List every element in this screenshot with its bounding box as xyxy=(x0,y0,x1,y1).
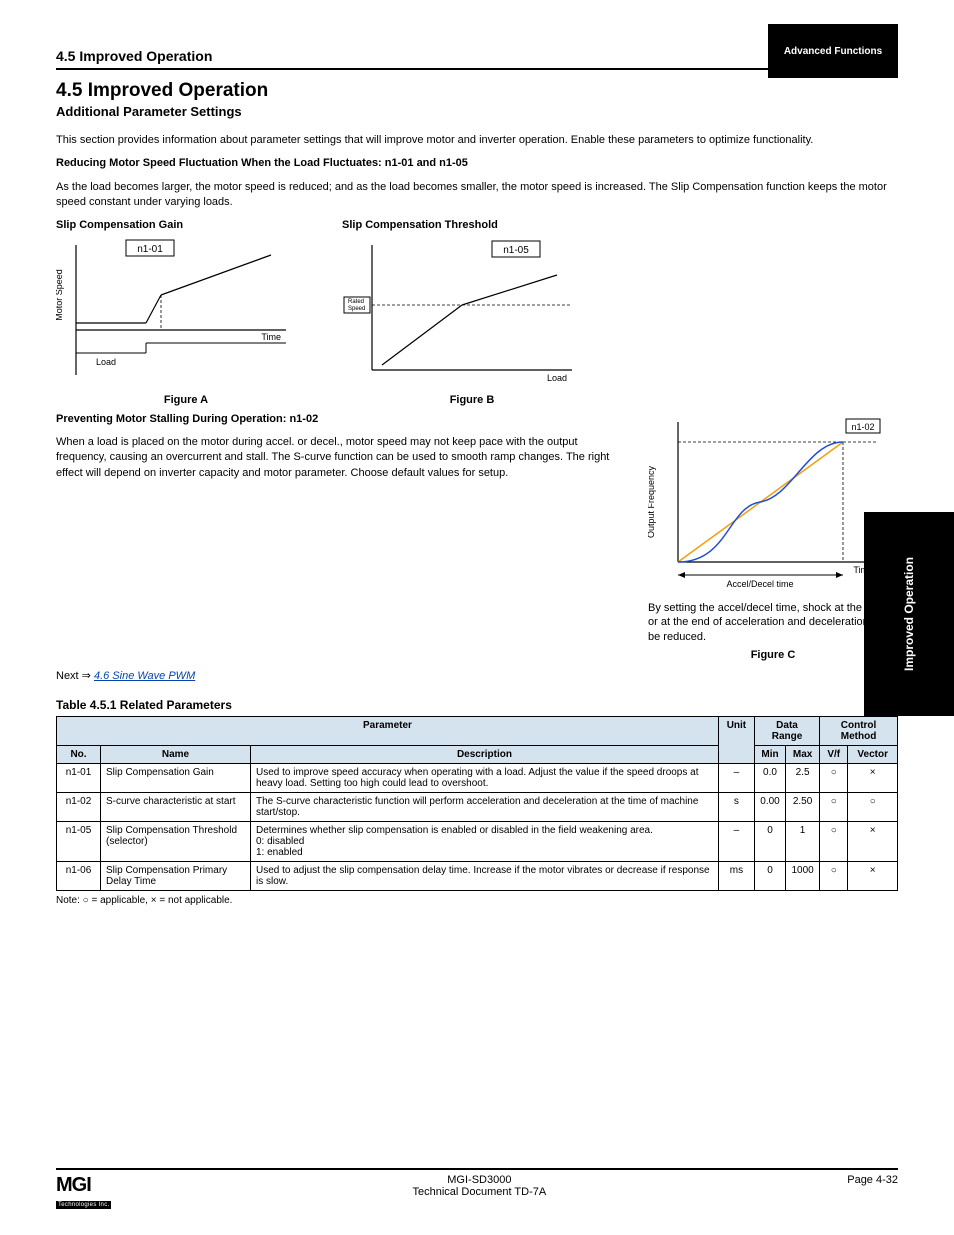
svg-text:Rated: Rated xyxy=(348,299,364,305)
cell-desc: The S-curve characteristic function will… xyxy=(251,793,719,822)
svg-text:Accel/Decel time: Accel/Decel time xyxy=(726,579,793,589)
figure-b-caption: Figure B xyxy=(342,394,602,406)
cell-max: 2.5 xyxy=(786,764,820,793)
next-topic: Next ⇒ 4.6 Sine Wave PWM xyxy=(56,669,898,682)
cell-min: 0.0 xyxy=(754,764,785,793)
cell-vf: ○ xyxy=(820,764,848,793)
table-row: n1-05Slip Compensation Threshold (select… xyxy=(57,822,898,862)
cell-vec: × xyxy=(848,862,898,891)
svg-text:n1-05: n1-05 xyxy=(503,245,529,256)
footer-doc-model: MGI-SD3000 xyxy=(111,1174,847,1186)
svg-text:Speed: Speed xyxy=(348,306,365,312)
figure-a-name: Slip Compensation Gain xyxy=(56,219,316,231)
figure-b-chart: n1-05 Rated Speed Load xyxy=(342,235,602,390)
cell-min: 0 xyxy=(754,862,785,891)
cell-vec: ○ xyxy=(848,793,898,822)
cell-min: 0 xyxy=(754,822,785,862)
svg-text:Load: Load xyxy=(547,373,567,383)
cell-no: n1-06 xyxy=(57,862,101,891)
side-tab: Improved Operation xyxy=(864,512,954,716)
table-footnote: Note: ○ = applicable, × = not applicable… xyxy=(56,895,898,906)
cell-unit: s xyxy=(718,793,754,822)
table-group-header-row: Parameter Unit Data Range Control Method xyxy=(57,717,898,746)
grp-range: Data Range xyxy=(754,717,819,746)
cell-vf: ○ xyxy=(820,793,848,822)
topic-paragraph-2: When a load is placed on the motor durin… xyxy=(56,435,618,481)
cell-max: 1000 xyxy=(786,862,820,891)
hdr-desc: Description xyxy=(251,746,719,764)
figures-row-1: Slip Compensation Gain xyxy=(56,219,898,406)
fig-a-box-label: n1-01 xyxy=(137,244,163,255)
grp-parameter: Parameter xyxy=(57,717,719,746)
hdr-vf: V/f xyxy=(820,746,848,764)
cell-name: Slip Compensation Gain xyxy=(101,764,251,793)
hdr-unit: Unit xyxy=(718,717,754,764)
cell-min: 0.00 xyxy=(754,793,785,822)
table-title: Table 4.5.1 Related Parameters xyxy=(56,698,898,712)
cell-name: S-curve characteristic at start xyxy=(101,793,251,822)
cell-desc: Determines whether slip compensation is … xyxy=(251,822,719,862)
intro-paragraph-1: This section provides information about … xyxy=(56,133,898,148)
figures-row-2: Preventing Motor Stalling During Operati… xyxy=(56,412,898,662)
hdr-no: No. xyxy=(57,746,101,764)
svg-text:Motor Speed: Motor Speed xyxy=(56,269,64,321)
table-row: n1-02S-curve characteristic at startThe … xyxy=(57,793,898,822)
table-row: n1-01Slip Compensation GainUsed to impro… xyxy=(57,764,898,793)
page-footer: MGI Technologies Inc. MGI-SD3000 Technic… xyxy=(0,1168,954,1209)
cell-desc: Used to improve speed accuracy when oper… xyxy=(251,764,719,793)
svg-text:n1-02: n1-02 xyxy=(851,422,874,432)
intro-paragraph-2: As the load becomes larger, the motor sp… xyxy=(56,180,898,211)
svg-text:Output Frequency: Output Frequency xyxy=(648,465,656,538)
hdr-max: Max xyxy=(786,746,820,764)
figure-b-name: Slip Compensation Threshold xyxy=(342,219,602,231)
topic-heading-2: Preventing Motor Stalling During Operati… xyxy=(56,412,618,427)
cell-name: Slip Compensation Primary Delay Time xyxy=(101,862,251,891)
cell-unit: – xyxy=(718,764,754,793)
figure-c-chart: n1-02 Output Frequency Time Accel/Decel … xyxy=(648,412,898,597)
footer-page-number: Page 4-32 xyxy=(847,1174,898,1186)
figure-a-caption: Figure A xyxy=(56,394,316,406)
figure-c-desc: By setting the accel/decel time, shock a… xyxy=(648,601,898,646)
hdr-vec: Vector xyxy=(848,746,898,764)
cell-no: n1-02 xyxy=(57,793,101,822)
section-corner-badge: Advanced Functions xyxy=(768,24,898,78)
cell-desc: Used to adjust the slip compensation del… xyxy=(251,862,719,891)
figure-a-chart: n1-01 Motor Speed Time Load xyxy=(56,235,316,390)
footer-logo: MGI Technologies Inc. xyxy=(56,1174,111,1209)
parameters-table: Parameter Unit Data Range Control Method… xyxy=(56,716,898,891)
footer-doc-id: Technical Document TD-7A xyxy=(111,1186,847,1198)
grp-method: Control Method xyxy=(820,717,898,746)
next-topic-link[interactable]: 4.6 Sine Wave PWM xyxy=(94,670,195,682)
table-header-row: No. Name Description Min Max V/f Vector xyxy=(57,746,898,764)
topic-heading-1: Reducing Motor Speed Fluctuation When th… xyxy=(56,156,898,171)
section-heading: 4.5 Improved Operation xyxy=(56,80,898,102)
cell-vec: × xyxy=(848,764,898,793)
page-header: 4.5 Improved Operation Advanced Function… xyxy=(56,48,898,70)
cell-max: 2.50 xyxy=(786,793,820,822)
hdr-name: Name xyxy=(101,746,251,764)
cell-vec: × xyxy=(848,822,898,862)
cell-name: Slip Compensation Threshold (selector) xyxy=(101,822,251,862)
cell-no: n1-05 xyxy=(57,822,101,862)
cell-unit: ms xyxy=(718,862,754,891)
hdr-min: Min xyxy=(754,746,785,764)
cell-unit: – xyxy=(718,822,754,862)
cell-no: n1-01 xyxy=(57,764,101,793)
section-subtitle: Additional Parameter Settings xyxy=(56,104,898,119)
figure-c-caption: Figure C xyxy=(648,649,898,661)
svg-text:Time: Time xyxy=(261,332,281,342)
cell-vf: ○ xyxy=(820,822,848,862)
cell-max: 1 xyxy=(786,822,820,862)
svg-text:Load: Load xyxy=(96,357,116,367)
table-row: n1-06Slip Compensation Primary Delay Tim… xyxy=(57,862,898,891)
cell-vf: ○ xyxy=(820,862,848,891)
